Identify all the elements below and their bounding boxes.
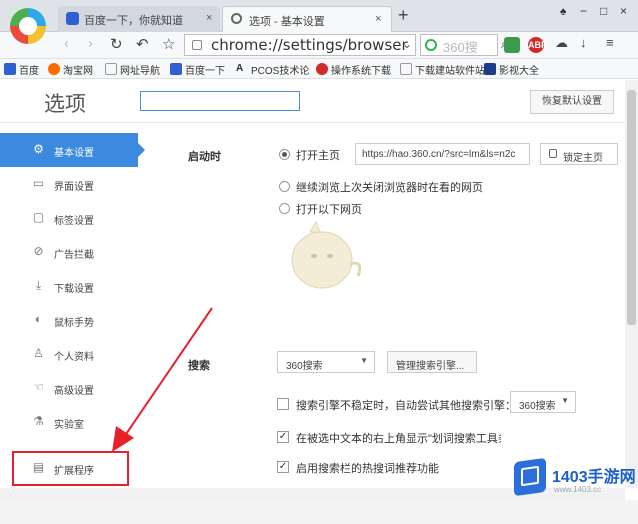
page-title: 选项 bbox=[44, 93, 86, 116]
bookmark-item[interactable]: 百度一下 bbox=[170, 62, 225, 77]
sidebar-item-basic[interactable]: ⚙ 基本设置 bbox=[0, 133, 145, 167]
adblock-icon[interactable]: ABP bbox=[528, 37, 547, 53]
close-tab-icon[interactable]: × bbox=[375, 13, 381, 25]
tab-title: 百度一下，你就知道 bbox=[84, 15, 183, 27]
paw-icon bbox=[4, 63, 16, 75]
close-window-button[interactable]: × bbox=[620, 4, 627, 18]
tab-title: 选项 - 基本设置 bbox=[249, 16, 325, 28]
page-icon bbox=[105, 63, 117, 75]
selection-search-label: 在被选中文本的右上角显示"划词搜索工具条" bbox=[296, 433, 501, 445]
fallback-engine-checkbox[interactable] bbox=[277, 398, 289, 410]
sidebar-item-interface[interactable]: ▭ 界面设置 bbox=[0, 167, 138, 201]
reset-defaults-button[interactable]: 恢复默认设置 bbox=[530, 90, 614, 114]
mouse-icon: ◐ bbox=[34, 312, 43, 326]
tab-baidu[interactable]: 百度一下，你就知道 × bbox=[58, 6, 220, 32]
cube-icon bbox=[514, 457, 546, 497]
tab-strip: 百度一下，你就知道 × 选项 - 基本设置 × + ♠ − □ × bbox=[0, 0, 638, 32]
block-icon: ⊘ bbox=[33, 244, 44, 258]
bookmark-item[interactable]: 网址导航 bbox=[105, 62, 160, 77]
sidebar-item-tabs[interactable]: ▢ 标签设置 bbox=[0, 201, 138, 235]
page-icon bbox=[192, 40, 202, 50]
bookmarks-bar: 百度 淘宝网 网址导航 百度一下 A PCOS技术论 操作系统下载 下载建站软件… bbox=[0, 59, 638, 79]
search-engine-select[interactable]: 360搜索 ▼ bbox=[277, 351, 375, 373]
skin-icon[interactable]: ♠ bbox=[560, 4, 566, 18]
arrow-annotation bbox=[112, 307, 213, 452]
new-tab-button[interactable]: + bbox=[398, 5, 409, 26]
paw-icon bbox=[66, 12, 79, 25]
tab-settings[interactable]: 选项 - 基本设置 × bbox=[222, 6, 392, 32]
toolbar: ‹ › ↻ ↶ ☆ chrome://settings/browser ⌄ 36… bbox=[0, 32, 638, 59]
startup-radio-homepage[interactable] bbox=[279, 149, 290, 160]
minimize-button[interactable]: − bbox=[580, 4, 587, 18]
manage-search-engines-button[interactable]: 管理搜索引擎... bbox=[387, 351, 477, 373]
lock-homepage-button[interactable]: 锁定主页 bbox=[540, 143, 618, 165]
flask-icon: ⚗ bbox=[33, 414, 44, 428]
cloud-icon[interactable]: ☁ bbox=[555, 35, 568, 51]
hot-words-label: 启用搜索栏的热搜词推荐功能 bbox=[296, 463, 439, 475]
bookmark-item[interactable]: 淘宝网 bbox=[48, 62, 93, 77]
hot-words-checkbox[interactable]: ✓ bbox=[277, 461, 289, 473]
search-engine-icon bbox=[425, 39, 437, 51]
fallback-engine-label: 搜索引擎不稳定时，自动尝试其他搜索引擎： bbox=[296, 400, 516, 412]
video-icon bbox=[484, 63, 496, 75]
reload-button[interactable]: ↻ bbox=[110, 35, 123, 53]
search-placeholder: 360搜 bbox=[443, 40, 478, 55]
startup-option-continue: 继续浏览上次关闭浏览器时在看的网页 bbox=[296, 182, 483, 194]
startup-radio-pages[interactable] bbox=[279, 203, 290, 214]
download-icon: ⤓ bbox=[35, 278, 42, 292]
maximize-button[interactable]: □ bbox=[600, 4, 607, 18]
hand-icon: ☜ bbox=[33, 380, 44, 394]
chevron-down-icon[interactable]: ⌄ bbox=[402, 37, 412, 51]
forward-button[interactable]: › bbox=[88, 35, 93, 52]
tab-icon: ▢ bbox=[32, 210, 45, 224]
watermark-logo: 1403手游网 www.1403.cc bbox=[514, 457, 636, 500]
lock-icon bbox=[549, 149, 557, 158]
extension-grid-icon[interactable] bbox=[504, 37, 520, 53]
browser-logo[interactable] bbox=[10, 8, 46, 44]
bookmark-item[interactable]: 百度 bbox=[4, 62, 39, 77]
status-bar bbox=[0, 500, 638, 524]
startup-option-homepage: 打开主页 bbox=[296, 150, 340, 162]
watermark-subtext: www.1403.cc bbox=[554, 485, 602, 494]
settings-search-input[interactable] bbox=[140, 91, 300, 111]
startup-section-label: 启动时 bbox=[188, 151, 221, 163]
search-box[interactable]: 360搜 bbox=[420, 34, 498, 56]
a-letter-icon: A bbox=[236, 63, 244, 74]
vertical-scrollbar[interactable] bbox=[625, 80, 638, 488]
watermark-text: 1403手游网 bbox=[552, 469, 636, 486]
homepage-url-input[interactable]: https://hao.360.cn/?src=lm&ls=n2c bbox=[355, 143, 530, 165]
divider bbox=[0, 122, 625, 123]
address-text: chrome://settings/browser bbox=[211, 36, 408, 54]
gear-icon bbox=[231, 13, 242, 24]
bookmark-item[interactable]: A PCOS技术论 bbox=[236, 62, 309, 77]
caret-down-icon: ▼ bbox=[561, 396, 569, 405]
fallback-engine-select[interactable]: 360搜索 ▼ bbox=[510, 391, 576, 413]
undo-close-button[interactable]: ↶ bbox=[136, 35, 149, 53]
person-icon: ♙ bbox=[33, 346, 44, 360]
sidebar-item-download[interactable]: ⤓ 下载设置 bbox=[0, 269, 138, 303]
sidebar-item-adblock[interactable]: ⊘ 广告拦截 bbox=[0, 235, 138, 269]
selection-search-checkbox[interactable]: ✓ bbox=[277, 431, 289, 443]
swirl-icon bbox=[316, 63, 328, 75]
address-bar[interactable]: chrome://settings/browser bbox=[184, 34, 416, 56]
caret-down-icon: ▼ bbox=[360, 356, 368, 365]
window-icon: ▭ bbox=[32, 176, 45, 190]
mascot-illustration bbox=[291, 220, 362, 289]
gear-icon: ⚙ bbox=[33, 142, 44, 156]
bookmark-item[interactable]: 影视大全 bbox=[484, 62, 539, 77]
scroll-thumb[interactable] bbox=[627, 90, 636, 325]
menu-icon[interactable]: ≡ bbox=[606, 35, 614, 50]
back-button[interactable]: ‹ bbox=[64, 35, 69, 52]
taobao-icon bbox=[48, 63, 60, 75]
startup-radio-continue[interactable] bbox=[279, 181, 290, 192]
favorite-star-icon[interactable]: ☆ bbox=[162, 35, 175, 53]
download-icon[interactable]: ↓ bbox=[580, 35, 587, 50]
bookmark-item[interactable]: 下载建站软件站 bbox=[400, 62, 485, 77]
paw-icon bbox=[170, 63, 182, 75]
close-tab-icon[interactable]: × bbox=[206, 12, 212, 24]
startup-option-pages: 打开以下网页 bbox=[296, 204, 362, 216]
page-icon bbox=[400, 63, 412, 75]
bookmark-item[interactable]: 操作系统下载 bbox=[316, 62, 391, 77]
